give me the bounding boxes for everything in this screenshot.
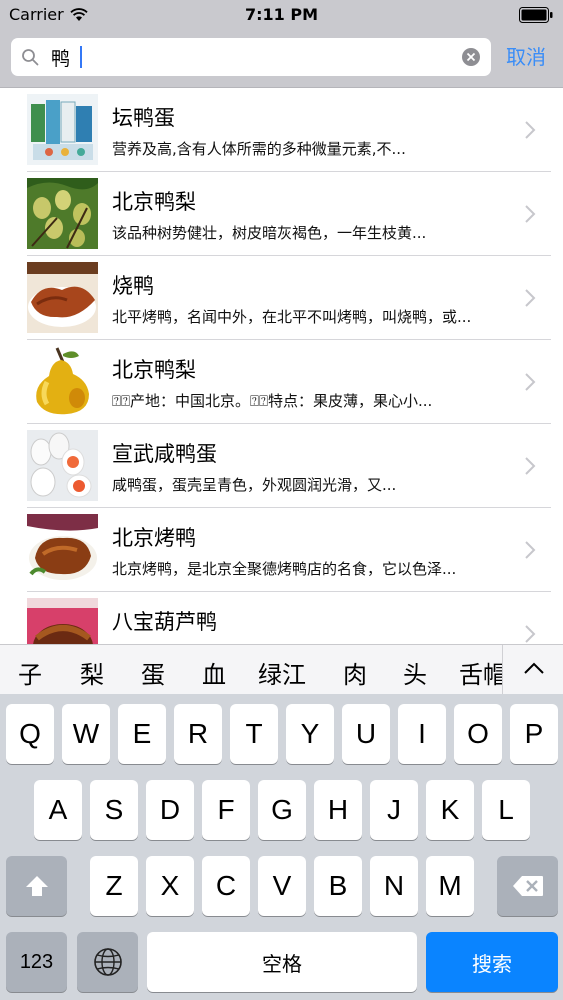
candidate-word[interactable]: 舌帽 [459,655,507,690]
chevron-right-icon [525,289,536,307]
item-description: ⍰⍰产地：中国北京。⍰⍰特点：果皮薄，果心小... [112,392,433,410]
space-key[interactable]: 空格 [147,932,417,992]
key-m[interactable]: M [426,856,474,916]
key-v[interactable]: V [258,856,306,916]
item-description: 营养及高,含有人体所需的多种微量元素,不... [112,140,406,158]
key-d[interactable]: D [146,780,194,840]
roast-duck-thumbnail [27,262,98,333]
item-description: 北京烤鸭，是北京全聚德烤鸭店的名食，它以色泽... [112,560,457,578]
key-z[interactable]: Z [90,856,138,916]
key-w[interactable]: W [62,704,110,764]
candidate-word[interactable]: 肉 [343,655,367,690]
search-key[interactable]: 搜索 [426,932,558,992]
list-item[interactable]: 坛鸭蛋 营养及高,含有人体所需的多种微量元素,不... [0,88,563,172]
key-j[interactable]: J [370,780,418,840]
item-title: 宣武咸鸭蛋 [112,442,217,466]
item-title: 北京烤鸭 [112,526,196,550]
item-description: 北平烤鸭，名闻中外，在北平不叫烤鸭，叫烧鸭，或... [112,308,472,326]
key-l[interactable]: L [482,780,530,840]
candidate-word[interactable]: 头 [403,655,427,690]
chevron-right-icon [525,121,536,139]
candidate-word[interactable]: 梨 [80,655,104,690]
key-k[interactable]: K [426,780,474,840]
key-u[interactable]: U [342,704,390,764]
list-item[interactable]: 北京鸭梨 该品种树势健壮，树皮暗灰褐色，一年生枝黄... [0,172,563,256]
numbers-key[interactable]: 123 [6,932,67,992]
chevron-right-icon [525,205,536,223]
list-item[interactable]: 北京烤鸭 北京烤鸭，是北京全聚德烤鸭店的名食，它以色泽... [0,508,563,592]
search-icon [22,49,39,66]
backspace-icon [512,876,543,896]
single-pear-thumbnail [27,346,98,417]
list-item[interactable]: 北京鸭梨 ⍰⍰产地：中国北京。⍰⍰特点：果皮薄，果心小... [0,340,563,424]
globe-icon [93,948,122,976]
expand-candidates-button[interactable] [502,645,563,694]
candidate-word[interactable]: 蛋 [141,655,165,690]
item-description: 该品种树势健壮，树皮暗灰褐色，一年生枝黄... [112,224,427,242]
candidate-bar: 子 梨 蛋 血 绿江 肉 头 舌帽 [0,644,563,694]
chevron-right-icon [525,457,536,475]
item-title: 北京鸭梨 [112,358,196,382]
list-item[interactable]: 宣武咸鸭蛋 咸鸭蛋，蛋壳呈青色，外观圆润光滑，又... [0,424,563,508]
eight-treasure-duck-thumbnail [27,598,98,644]
key-f[interactable]: F [202,780,250,840]
item-title: 烧鸭 [112,274,154,298]
product-boxes-thumbnail [27,94,98,165]
text-cursor [80,46,82,68]
key-o[interactable]: O [454,704,502,764]
clear-icon[interactable] [461,47,481,67]
pears-on-tree-thumbnail [27,178,98,249]
candidate-word[interactable]: 绿江 [258,655,306,690]
list-item[interactable]: 烧鸭 北平烤鸭，名闻中外，在北平不叫烤鸭，叫烧鸭，或... [0,256,563,340]
shift-key[interactable] [6,856,67,916]
candidate-word[interactable]: 子 [18,655,42,690]
key-e[interactable]: E [118,704,166,764]
status-time: 7:11 PM [244,5,318,24]
status-bar: Carrier 7:11 PM [0,0,563,30]
peking-duck-thumbnail [27,514,98,585]
key-g[interactable]: G [258,780,306,840]
key-r[interactable]: R [174,704,222,764]
shift-arrow-icon [25,876,48,896]
item-title: 八宝葫芦鸭 [112,610,217,634]
key-n[interactable]: N [370,856,418,916]
chevron-up-icon [524,662,544,674]
salted-eggs-thumbnail [27,430,98,501]
candidate-word[interactable]: 血 [202,655,226,690]
cancel-button[interactable]: 取消 [506,41,546,70]
list-item[interactable]: 八宝葫芦鸭 [0,592,563,644]
item-description: 咸鸭蛋，蛋壳呈青色，外观圆润光滑，又... [112,476,397,494]
key-h[interactable]: H [314,780,362,840]
key-s[interactable]: S [90,780,138,840]
item-title: 北京鸭梨 [112,190,196,214]
key-y[interactable]: Y [286,704,334,764]
item-title: 坛鸭蛋 [112,106,175,130]
battery-icon [519,7,553,23]
key-x[interactable]: X [146,856,194,916]
key-i[interactable]: I [398,704,446,764]
globe-key[interactable] [77,932,138,992]
chevron-right-icon [525,373,536,391]
chevron-right-icon [525,541,536,559]
keyboard: Q W E R T Y U I O P A S D F G H J K L Z … [0,694,563,1000]
search-input[interactable] [51,43,451,71]
search-box[interactable] [11,38,491,76]
key-c[interactable]: C [202,856,250,916]
key-q[interactable]: Q [6,704,54,764]
key-p[interactable]: P [510,704,558,764]
key-b[interactable]: B [314,856,362,916]
key-a[interactable]: A [34,780,82,840]
chevron-right-icon [525,625,536,643]
search-header: 取消 [0,30,563,88]
delete-key[interactable] [497,856,558,916]
results-list: 坛鸭蛋 营养及高,含有人体所需的多种微量元素,不... 北京鸭梨 该品种树势健壮… [0,88,563,644]
key-t[interactable]: T [230,704,278,764]
